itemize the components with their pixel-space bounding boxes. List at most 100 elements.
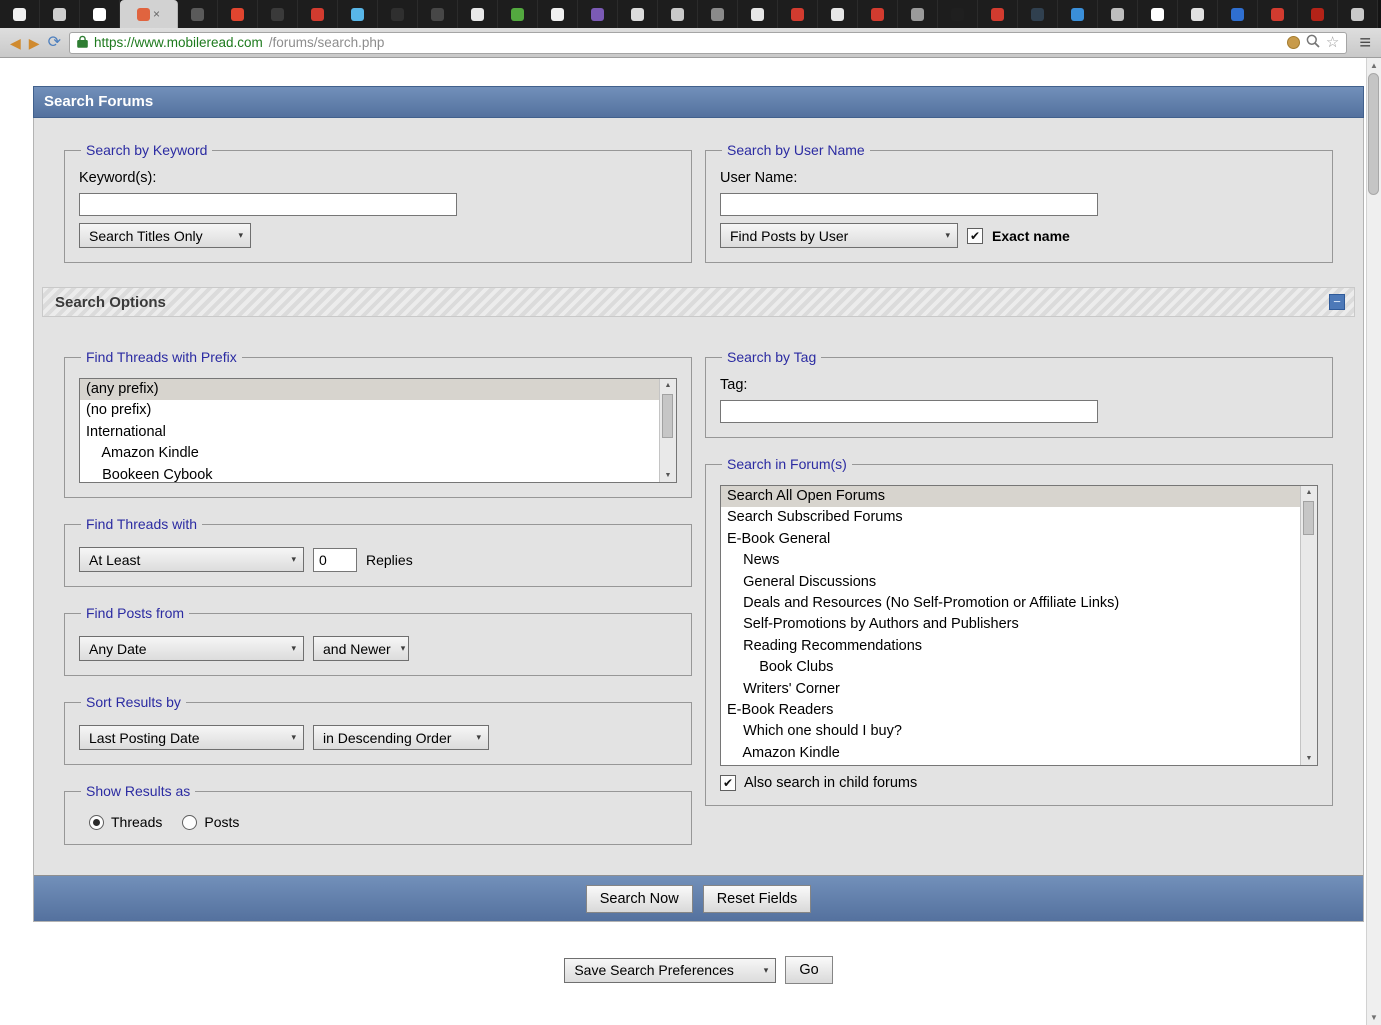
forward-icon[interactable]: ▶ xyxy=(29,36,40,50)
threads-radio[interactable] xyxy=(89,814,104,830)
tag-input[interactable] xyxy=(720,400,1098,423)
reset-fields-button[interactable]: Reset Fields xyxy=(702,884,812,913)
browser-tab[interactable] xyxy=(1018,0,1058,28)
list-item[interactable]: Reading Recommendations xyxy=(721,636,1300,657)
browser-tab[interactable] xyxy=(298,0,338,28)
scroll-up-icon[interactable]: ▲ xyxy=(1367,61,1381,70)
list-item[interactable]: General Discussions xyxy=(721,572,1300,593)
go-button[interactable]: Go xyxy=(785,956,833,984)
browser-tab[interactable] xyxy=(418,0,458,28)
browser-tab[interactable] xyxy=(40,0,80,28)
search-scope-select[interactable]: Search Titles Only ▾ xyxy=(79,223,251,248)
browser-tab[interactable] xyxy=(218,0,258,28)
browser-tab[interactable] xyxy=(898,0,938,28)
scroll-up-icon[interactable]: ▲ xyxy=(1301,489,1317,496)
scroll-down-icon[interactable]: ▼ xyxy=(660,472,676,479)
list-item[interactable]: Book Clubs xyxy=(721,657,1300,678)
browser-tab[interactable] xyxy=(978,0,1018,28)
browser-tab[interactable] xyxy=(858,0,898,28)
page-scrollbar[interactable]: ▲ ▼ xyxy=(1366,58,1381,1025)
reload-icon[interactable]: ⟳ xyxy=(48,34,61,50)
back-icon[interactable]: ◀ xyxy=(10,36,21,50)
tab-favicon xyxy=(911,7,924,21)
browser-tab[interactable] xyxy=(378,0,418,28)
save-preferences-select[interactable]: Save Search Preferences ▾ xyxy=(564,957,777,983)
browser-tab[interactable] xyxy=(818,0,858,28)
tab-close-icon[interactable]: × xyxy=(153,8,160,20)
list-item[interactable]: Self-Promotions by Authors and Publisher… xyxy=(721,614,1300,635)
browser-tab[interactable] xyxy=(618,0,658,28)
browser-tab[interactable] xyxy=(458,0,498,28)
scroll-down-icon[interactable]: ▼ xyxy=(1367,1013,1381,1022)
any-date-select[interactable]: Any Date ▾ xyxy=(79,636,304,661)
listbox-scrollbar[interactable]: ▲ ▼ xyxy=(659,379,676,482)
browser-tab[interactable] xyxy=(1258,0,1298,28)
browser-tab[interactable] xyxy=(498,0,538,28)
scroll-up-icon[interactable]: ▲ xyxy=(660,382,676,389)
browser-tab[interactable] xyxy=(538,0,578,28)
threads-with-fieldset: Find Threads with At Least ▾ Replies xyxy=(64,516,692,587)
cookie-icon[interactable] xyxy=(1286,36,1300,49)
list-item[interactable]: International xyxy=(80,422,659,443)
at-least-select[interactable]: At Least ▾ xyxy=(79,547,304,572)
sort-field-select[interactable]: Last Posting Date ▾ xyxy=(79,725,304,750)
scrollbar-thumb[interactable] xyxy=(1303,501,1314,535)
and-newer-select[interactable]: and Newer ▾ xyxy=(313,636,409,661)
browser-tab[interactable] xyxy=(338,0,378,28)
list-item[interactable]: Search All Open Forums xyxy=(721,486,1300,508)
list-item[interactable]: Amazon Kindle xyxy=(721,743,1300,764)
browser-tab[interactable] xyxy=(938,0,978,28)
browser-tab[interactable] xyxy=(578,0,618,28)
browser-tab[interactable] xyxy=(1298,0,1338,28)
prefix-listbox[interactable]: (any prefix) (no prefix) International A… xyxy=(79,378,677,483)
collapse-icon[interactable]: − xyxy=(1329,294,1345,310)
browser-tab[interactable]: × xyxy=(120,0,178,28)
browser-tab[interactable] xyxy=(1178,0,1218,28)
browser-tab[interactable] xyxy=(80,0,120,28)
search-now-button[interactable]: Search Now xyxy=(585,884,693,913)
browser-tab[interactable] xyxy=(1098,0,1138,28)
list-item[interactable]: Search Subscribed Forums xyxy=(721,507,1300,528)
browser-tab[interactable] xyxy=(258,0,298,28)
browser-tab[interactable] xyxy=(1058,0,1098,28)
keyword-input[interactable] xyxy=(79,193,457,216)
posts-radio[interactable] xyxy=(182,814,198,830)
listbox-scrollbar[interactable]: ▲ ▼ xyxy=(1300,486,1317,765)
list-item[interactable]: Amazon Kindle xyxy=(80,443,659,464)
username-input[interactable] xyxy=(720,193,1098,216)
browser-tab[interactable] xyxy=(0,0,40,28)
browser-tab[interactable] xyxy=(1338,0,1378,28)
find-posts-by-user-select[interactable]: Find Posts by User ▾ xyxy=(720,223,958,248)
browser-tab[interactable] xyxy=(738,0,778,28)
menu-icon[interactable]: ≡ xyxy=(1359,33,1371,53)
browser-tab[interactable] xyxy=(778,0,818,28)
address-bar[interactable]: https://www.mobileread.com /forums/searc… xyxy=(68,31,1348,54)
tab-favicon xyxy=(391,7,404,21)
browser-tab[interactable] xyxy=(1218,0,1258,28)
scroll-down-icon[interactable]: ▼ xyxy=(1301,755,1317,762)
list-item[interactable]: Deals and Resources (No Self-Promotion o… xyxy=(721,593,1300,614)
sort-order-select[interactable]: in Descending Order ▾ xyxy=(313,725,489,750)
list-item[interactable]: E-Book General xyxy=(721,529,1300,550)
browser-tab[interactable] xyxy=(178,0,218,28)
list-item[interactable]: (any prefix) xyxy=(80,379,659,401)
list-item[interactable]: (no prefix) xyxy=(80,400,659,421)
threads-radio-group: Threads xyxy=(89,814,162,830)
zoom-icon[interactable] xyxy=(1306,34,1320,51)
browser-tab[interactable] xyxy=(658,0,698,28)
child-forums-checkbox[interactable]: ✔ xyxy=(720,775,736,791)
replies-input[interactable] xyxy=(313,547,357,572)
browser-tab[interactable] xyxy=(1138,0,1178,28)
list-item[interactable]: Writers' Corner xyxy=(721,679,1300,700)
exact-name-checkbox[interactable]: ✔ xyxy=(967,227,983,244)
sort-order-value: in Descending Order xyxy=(323,729,452,746)
scrollbar-thumb[interactable] xyxy=(662,394,673,438)
list-item[interactable]: Which one should I buy? xyxy=(721,721,1300,742)
scrollbar-thumb[interactable] xyxy=(1368,73,1379,195)
list-item[interactable]: Bookeen Cybook xyxy=(80,465,659,482)
forums-listbox[interactable]: Search All Open Forums Search Subscribed… xyxy=(720,485,1318,766)
bookmark-star-icon[interactable]: ☆ xyxy=(1326,35,1339,50)
list-item[interactable]: News xyxy=(721,550,1300,571)
browser-tab[interactable] xyxy=(698,0,738,28)
list-item[interactable]: E-Book Readers xyxy=(721,700,1300,721)
